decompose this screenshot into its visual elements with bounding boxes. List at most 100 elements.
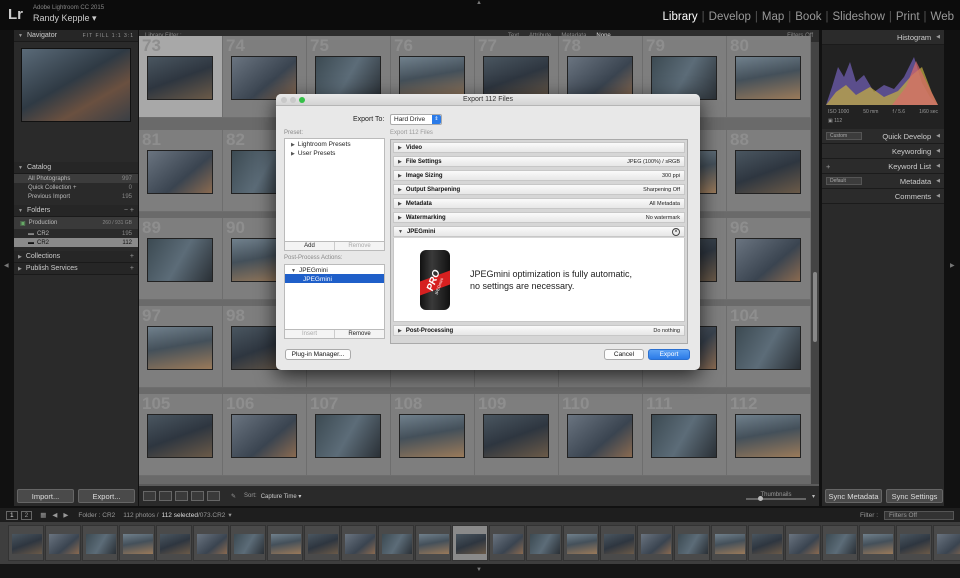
- filmstrip-thumb[interactable]: [748, 525, 784, 561]
- zoom-fit[interactable]: FIT: [83, 33, 93, 39]
- filmstrip-thumb[interactable]: [267, 525, 303, 561]
- toolbar-menu-icon[interactable]: ▾: [812, 493, 815, 500]
- filmstrip-thumb[interactable]: [452, 525, 488, 561]
- folder-item-selected[interactable]: ▬ CR2 112: [14, 238, 138, 247]
- scroll-thumb[interactable]: [813, 272, 817, 342]
- cancel-button[interactable]: Cancel: [604, 349, 644, 360]
- grid-cell[interactable]: 108: [391, 394, 475, 476]
- plugin-manager-button[interactable]: Plug-in Manager...: [285, 349, 351, 360]
- thumbnail[interactable]: [735, 414, 801, 458]
- filmstrip-thumb[interactable]: [674, 525, 710, 561]
- catalog-item[interactable]: Quick Collection +0: [14, 183, 138, 192]
- remove-preset-button[interactable]: Remove: [334, 242, 384, 250]
- remove-section-icon[interactable]: ×: [672, 227, 680, 236]
- compare-view-icon[interactable]: [175, 491, 188, 501]
- metadata-preset-select[interactable]: Default: [826, 177, 862, 185]
- add-publish-icon[interactable]: +: [130, 265, 134, 272]
- zoom-1-1[interactable]: 1:1: [112, 33, 122, 39]
- filmstrip-thumb[interactable]: [859, 525, 895, 561]
- minimize-window-icon[interactable]: [290, 97, 296, 103]
- thumbnail[interactable]: [399, 414, 465, 458]
- quick-develop-header[interactable]: Custom Quick Develop ◀: [822, 129, 944, 144]
- thumbnail-size-slider[interactable]: [745, 496, 806, 501]
- volume-row[interactable]: ▣ Production 260 / 931 GB: [14, 217, 138, 229]
- section-video[interactable]: ▶ Video: [393, 142, 685, 153]
- grid-cell[interactable]: 109: [475, 394, 559, 476]
- remove-action-button[interactable]: Remove: [334, 330, 384, 338]
- left-panel-toggle-icon[interactable]: ◀: [4, 262, 9, 269]
- export-button[interactable]: Export...: [78, 489, 135, 503]
- back-arrow-icon[interactable]: ◀: [52, 511, 57, 519]
- grid-cell[interactable]: 112: [727, 394, 811, 476]
- add-collection-icon[interactable]: +: [130, 253, 134, 260]
- filmstrip-thumb[interactable]: [933, 525, 960, 561]
- forward-arrow-icon[interactable]: ▶: [63, 511, 68, 519]
- filmstrip-filter-select[interactable]: Filters Off: [884, 510, 954, 520]
- thumbnail[interactable]: [147, 414, 213, 458]
- grid-cell[interactable]: 110: [559, 394, 643, 476]
- navigator-header[interactable]: ▼ Navigator FIT FILL 1:1 3:1: [14, 30, 138, 42]
- grid-cell[interactable]: 106: [223, 394, 307, 476]
- filmstrip-thumb[interactable]: [193, 525, 229, 561]
- saved-preset-select[interactable]: Custom: [826, 132, 862, 140]
- grid-cell[interactable]: 96: [727, 218, 811, 300]
- grid-cell[interactable]: 89: [139, 218, 223, 300]
- folder-item[interactable]: ▬ CR2 195: [14, 229, 138, 238]
- section-file-settings[interactable]: ▶ File Settings JPEG (100%) / sRGB: [393, 156, 685, 167]
- grid-cell[interactable]: 73: [139, 36, 223, 118]
- filmstrip-thumb[interactable]: [378, 525, 414, 561]
- identity-plate[interactable]: Randy Kepple ▾: [33, 13, 97, 24]
- grid-cell[interactable]: 107: [307, 394, 391, 476]
- top-panel-toggle-icon[interactable]: ▲: [476, 0, 482, 6]
- panel-toggle-icon[interactable]: ▼: [476, 567, 482, 573]
- filmstrip-thumb[interactable]: [711, 525, 747, 561]
- grid-cell[interactable]: 105: [139, 394, 223, 476]
- collections-header[interactable]: ▶ Collections +: [14, 251, 138, 263]
- grid-cell[interactable]: 104: [727, 306, 811, 388]
- section-watermarking[interactable]: ▶ Watermarking No watermark: [393, 212, 685, 223]
- slider-knob[interactable]: [757, 496, 763, 501]
- catalog-item[interactable]: Previous Import 195: [14, 192, 138, 201]
- preset-folder-user[interactable]: ▶ User Presets: [285, 148, 384, 157]
- thumbnail[interactable]: [315, 414, 381, 458]
- thumbnail[interactable]: [735, 238, 801, 282]
- insert-action-button[interactable]: Insert: [285, 330, 334, 338]
- grid-icon[interactable]: ▦: [40, 511, 46, 519]
- filmstrip-thumb[interactable]: [563, 525, 599, 561]
- add-keyword-icon[interactable]: +: [826, 162, 830, 171]
- thumbnail[interactable]: [483, 414, 549, 458]
- thumbnail[interactable]: [147, 326, 213, 370]
- thumbnail[interactable]: [147, 56, 213, 100]
- comments-header[interactable]: Comments ◀: [822, 189, 944, 204]
- keywording-header[interactable]: Keywording ◀: [822, 144, 944, 159]
- filmstrip-thumb[interactable]: [45, 525, 81, 561]
- filmstrip-thumb[interactable]: [230, 525, 266, 561]
- close-window-icon[interactable]: [281, 97, 287, 103]
- filmstrip-thumb[interactable]: [896, 525, 932, 561]
- module-web[interactable]: Web: [931, 11, 954, 23]
- grid-view-icon[interactable]: [143, 491, 156, 501]
- module-library[interactable]: Library: [663, 11, 698, 23]
- people-view-icon[interactable]: [207, 491, 220, 501]
- metadata-header[interactable]: Default Metadata ◀: [822, 174, 944, 189]
- post-process-folder[interactable]: ▼ JPEGmini: [285, 265, 384, 274]
- post-process-item[interactable]: JPEGmini: [285, 274, 384, 283]
- filmstrip-thumb[interactable]: [822, 525, 858, 561]
- survey-view-icon[interactable]: [191, 491, 204, 501]
- thumbnail[interactable]: [735, 56, 801, 100]
- thumbnail[interactable]: [651, 414, 717, 458]
- module-map[interactable]: Map: [762, 11, 784, 23]
- zoom-3-1[interactable]: 3:1: [124, 33, 134, 39]
- export-to-select[interactable]: Hard Drive ⇕: [390, 114, 442, 125]
- histogram-header[interactable]: Histogram ◀: [822, 30, 944, 45]
- grid-cell[interactable]: 81: [139, 130, 223, 212]
- grid-cell[interactable]: 88: [727, 130, 811, 212]
- folders-header[interactable]: ▼ Folders − +: [14, 205, 138, 217]
- preset-folder-lightroom[interactable]: ▶ Lightroom Presets: [285, 139, 384, 148]
- module-book[interactable]: Book: [795, 11, 821, 23]
- module-print[interactable]: Print: [896, 11, 920, 23]
- section-post-processing[interactable]: ▶ Post-Processing Do nothing: [393, 325, 685, 336]
- folder-add-icon[interactable]: − +: [124, 207, 134, 214]
- catalog-header[interactable]: ▼ Catalog: [14, 162, 138, 174]
- section-jpegmini[interactable]: ▼ JPEGmini ×: [393, 226, 685, 237]
